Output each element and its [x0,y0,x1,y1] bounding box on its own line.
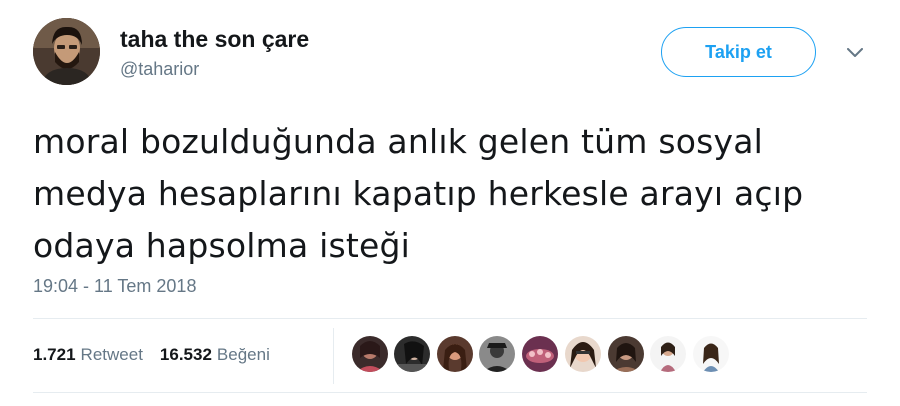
tweet-text-line: moral bozulduğunda anlık gelen tüm sosya… [33,122,764,161]
tweet-text-line: odaya hapsolma isteği [33,226,411,265]
avatar[interactable] [33,18,100,85]
stats-separator [333,328,334,384]
retweet-label: Retweet [80,345,143,364]
tweet-stats: 1.721 Retweet 16.532 Beğeni [33,344,270,366]
follow-button[interactable]: Takip et [661,27,816,77]
tweet-timestamp[interactable]: 19:04 - 11 Tem 2018 [33,276,196,297]
liker-avatar[interactable] [522,336,558,372]
divider [33,318,867,319]
like-stat[interactable]: 16.532 Beğeni [160,345,270,365]
liker-avatar[interactable] [352,336,388,372]
avatar-image [33,18,100,85]
like-label: Beğeni [216,345,270,364]
liker-avatar[interactable] [608,336,644,372]
divider [33,392,867,393]
liker-avatar[interactable] [437,336,473,372]
liker-avatar[interactable] [394,336,430,372]
liker-avatar[interactable] [693,336,729,372]
retweet-count: 1.721 [33,345,76,364]
tweet-text: moral bozulduğunda anlık gelen tüm sosya… [33,116,873,272]
tweet-card: taha the son çare @taharior Takip et mor… [0,0,900,406]
like-count: 16.532 [159,345,212,364]
display-name[interactable]: taha the son çare [120,26,309,53]
user-handle[interactable]: @taharior [120,59,199,80]
liker-avatar[interactable] [650,336,686,372]
tweet-text-line: medya hesaplarını kapatıp herkesle arayı… [33,174,804,213]
retweet-stat[interactable]: 1.721 Retweet [33,345,143,365]
liker-avatar[interactable] [479,336,515,372]
liker-avatar[interactable] [565,336,601,372]
chevron-down-icon[interactable] [842,40,868,66]
